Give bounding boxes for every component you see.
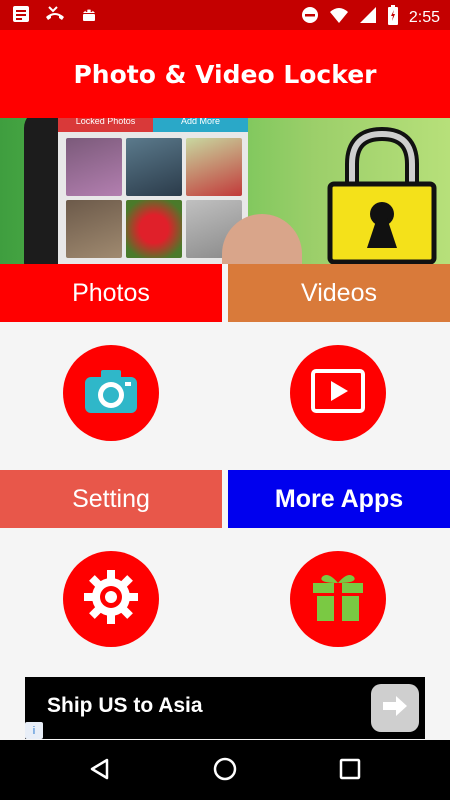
more-apps-button[interactable]: More Apps [228,470,450,528]
status-time: 2:55 [408,8,440,26]
battery-icon [387,5,399,30]
ad-info-icon[interactable]: i [25,722,43,739]
phone-tabbar: Locked Photos Add More [58,118,248,132]
video-play-icon [310,368,366,419]
photo-thumbnail [66,138,122,196]
phone-illustration: Locked Photos Add More [24,118,248,264]
wifi-icon [329,6,349,29]
notification-icon [12,5,30,28]
camera-icon [83,367,139,420]
home-button[interactable] [211,757,239,785]
navigation-bar [0,740,450,800]
back-triangle-icon [88,757,112,786]
setting-gear-button[interactable] [63,551,159,647]
recent-apps-button[interactable] [336,757,364,785]
videos-label: Videos [301,278,377,307]
photo-thumbnail [126,138,182,196]
phone-screen: Locked Photos Add More [58,118,248,264]
padlock-icon [322,126,442,264]
setting-label: Setting [72,484,150,513]
banner-image: Locked Photos Add More [0,118,450,264]
app-title: Photo & Video Locker [73,59,377,89]
photos-camera-button[interactable] [63,345,159,441]
arrow-right-icon [381,695,409,722]
missed-call-icon [44,5,66,28]
gear-icon [82,568,140,631]
videos-play-button[interactable] [290,345,386,441]
ad-banner[interactable]: Ship US to Asia [25,677,425,739]
home-circle-icon [212,756,238,787]
setting-button[interactable]: Setting [0,470,222,528]
gift-icon [310,571,366,628]
photo-thumbnail [186,138,242,196]
ad-open-button[interactable] [371,684,419,732]
photo-thumbnail [126,200,182,258]
recent-square-icon [339,758,361,785]
ad-text: Ship US to Asia [47,694,203,717]
status-bar: 2:55 [0,0,450,30]
more-apps-gift-button[interactable] [290,551,386,647]
photos-button[interactable]: Photos [0,264,222,322]
tab-add-more: Add More [180,118,221,126]
photo-thumbnail [66,200,122,258]
back-button[interactable] [86,757,114,785]
more-apps-label: More Apps [274,484,404,513]
do-not-disturb-icon [301,6,319,29]
videos-button[interactable]: Videos [228,264,450,322]
photo-grid [66,138,242,258]
android-icon [80,5,98,28]
app-bar: Photo & Video Locker [0,30,450,118]
signal-icon [359,6,377,29]
tab-locked-photos: Locked Photos [58,118,153,132]
photos-label: Photos [72,278,150,307]
